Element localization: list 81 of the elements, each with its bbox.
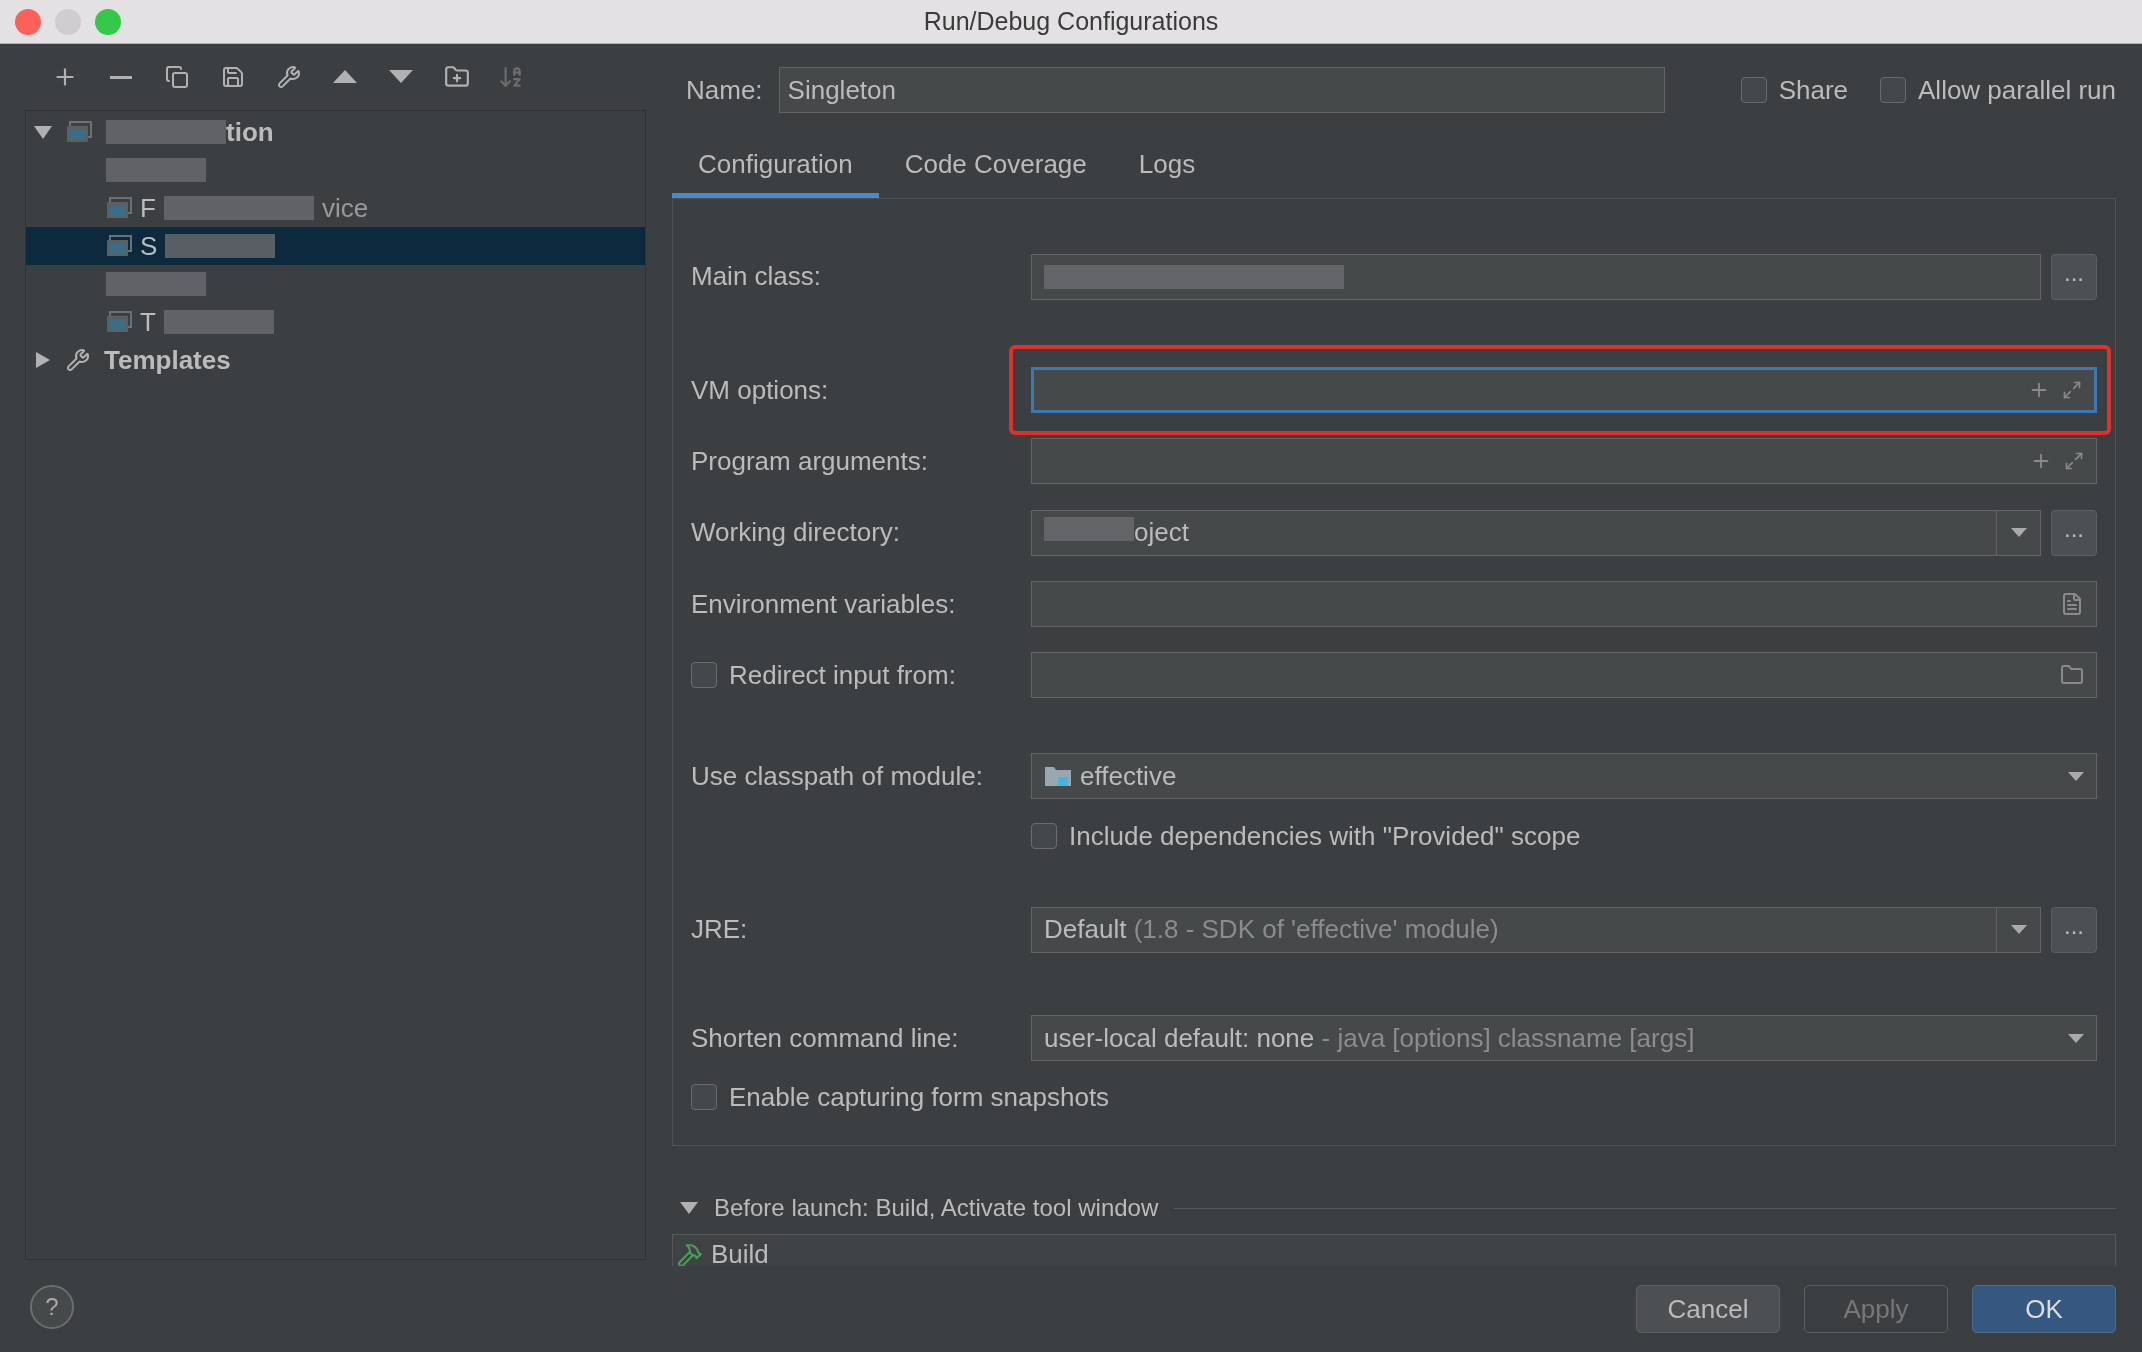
checkbox-label: Enable capturing form snapshots <box>729 1080 1110 1114</box>
tree-item-label[interactable]: tion <box>226 112 274 152</box>
copy-icon <box>165 65 189 89</box>
wrench-icon <box>66 348 90 372</box>
tree-item-label: S <box>140 229 158 263</box>
expand-arrow-icon[interactable] <box>34 124 52 140</box>
field-label: Main class: <box>691 260 823 293</box>
checkbox[interactable] <box>691 662 717 688</box>
field-label: Working directory: <box>691 516 902 549</box>
tab[interactable]: Code Coverage <box>878 136 1113 198</box>
window-title: Run/Debug Configurations <box>923 5 1219 37</box>
move-up-icon <box>333 70 357 84</box>
expand-icon <box>2062 380 2082 400</box>
dropdown-arrow-icon[interactable] <box>2010 925 2027 934</box>
text-field[interactable] <box>1031 438 2097 484</box>
name-field[interactable]: Singleton <box>778 67 1665 113</box>
move-down-icon <box>389 70 413 84</box>
window-icon <box>66 121 92 143</box>
field-label: JRE: <box>691 913 749 946</box>
field-label: VM options: <box>691 373 830 407</box>
window-icon <box>106 311 132 333</box>
tree-row[interactable]: S <box>26 227 645 265</box>
dropdown-arrow-icon <box>2068 1033 2084 1043</box>
tree-item-label[interactable]: Templates <box>104 340 231 380</box>
tab[interactable]: Configuration <box>672 136 879 198</box>
checkbox-label: Redirect input from: <box>729 658 956 692</box>
combo-field[interactable]: oject <box>1031 509 2041 556</box>
tab[interactable]: Logs <box>1112 136 1222 198</box>
field-label: Program arguments: <box>691 444 929 478</box>
folder-icon <box>2060 663 2084 687</box>
save-icon <box>221 65 245 89</box>
browse-button[interactable]: ... <box>2051 907 2097 953</box>
combo-field[interactable]: Default (1.8 - SDK of 'effective' module) <box>1031 906 2041 953</box>
combo-field[interactable]: effective <box>1031 753 2097 799</box>
combo-field[interactable]: user-local default: none - java [options] classname [args] <box>1031 1015 2097 1061</box>
browse-button[interactable]: ... <box>2051 254 2097 300</box>
browse-button[interactable]: ... <box>2051 510 2097 556</box>
dropdown-arrow-icon <box>2068 771 2084 781</box>
dropdown-arrow-icon[interactable] <box>2010 528 2027 537</box>
field-value: user-local default: none - java [options] classname [args] <box>1044 1021 1695 1055</box>
remove-icon <box>110 75 132 79</box>
checkbox-label: Share <box>1778 73 1848 107</box>
module-folder-icon <box>1044 764 1072 788</box>
help-icon[interactable]: ? <box>30 1285 74 1329</box>
checkbox[interactable] <box>691 1084 717 1110</box>
window-icon <box>106 197 132 219</box>
name-label: Name: <box>686 73 763 107</box>
section-title: Before launch: Build, Activate tool window <box>714 1193 1159 1223</box>
collapse-arrow-icon[interactable] <box>34 352 52 368</box>
checkbox-label: Include dependencies with "Provided" scope <box>1069 819 1581 853</box>
checkbox[interactable] <box>1031 823 1057 849</box>
task-label[interactable]: Build <box>711 1235 769 1266</box>
expand-arrow-icon[interactable] <box>680 1201 698 1215</box>
dialog-button[interactable]: Cancel <box>1636 1285 1780 1333</box>
text-field[interactable] <box>1031 367 2097 413</box>
text-field[interactable] <box>1031 581 2097 627</box>
checkbox-label: Allow parallel run <box>1918 73 2116 107</box>
field-value: oject <box>1044 513 1996 552</box>
field-label: Shorten command line: <box>691 1021 960 1055</box>
maximize-icon[interactable] <box>95 8 121 35</box>
sort-icon[interactable] <box>498 64 524 90</box>
main-class-field[interactable] <box>1031 253 2041 300</box>
dialog-button[interactable]: OK <box>1972 1285 2116 1333</box>
tree-item-label: T <box>140 305 156 339</box>
wrench-icon <box>277 65 301 89</box>
checkbox[interactable] <box>1740 77 1767 103</box>
window-icon <box>106 235 132 257</box>
text-field[interactable] <box>1031 652 2097 698</box>
field-label: Use classpath of module: <box>691 759 984 793</box>
expand-icon <box>2064 451 2084 471</box>
document-icon <box>2060 592 2084 616</box>
field-label: Environment variables: <box>691 587 957 621</box>
field-value: effective <box>1080 759 1177 793</box>
tree-row[interactable]: T <box>26 303 645 341</box>
tree-row[interactable]: F vice <box>26 189 645 227</box>
checkbox[interactable] <box>1880 77 1906 103</box>
tree-item-label: vice <box>321 191 369 225</box>
field-value: Default (1.8 - SDK of 'effective' module) <box>1044 913 1500 946</box>
close-icon[interactable] <box>15 8 41 35</box>
tree-item-label: F <box>140 191 156 225</box>
hammer-icon <box>677 1241 703 1266</box>
